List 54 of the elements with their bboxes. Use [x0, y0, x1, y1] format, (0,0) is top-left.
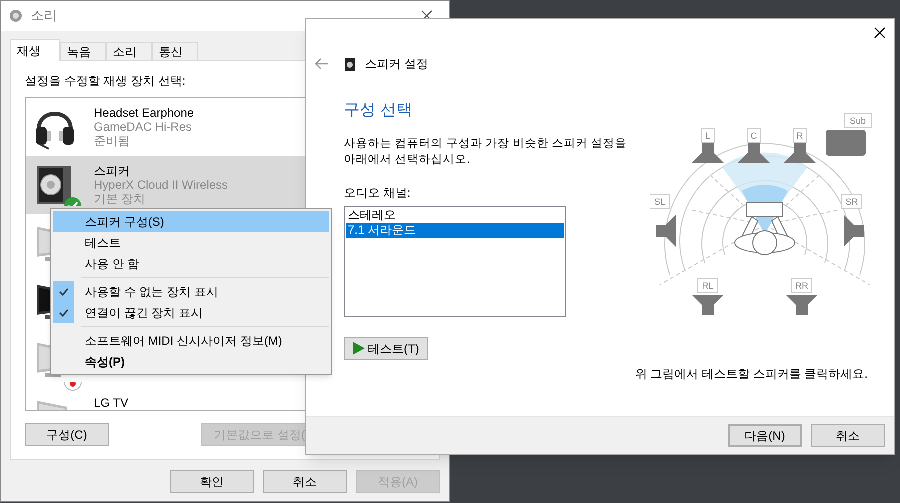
speaker-icon [9, 9, 23, 23]
menu-item[interactable]: 사용 안 함 [53, 253, 329, 274]
device-status: 기본 장치 [94, 192, 146, 206]
device-status: 준비됨 [94, 134, 131, 148]
hint-text: 위 그림에서 테스트할 스피커를 클릭하세요. [635, 366, 868, 383]
tab[interactable]: 통신 [152, 42, 198, 61]
menu-item[interactable]: 소프트웨어 MIDI 신시사이저 정보(M) [53, 330, 329, 351]
speaker-label: SL [650, 194, 670, 210]
dialog-button[interactable]: 취소 [263, 470, 347, 493]
dialog-button[interactable]: 확인 [170, 470, 254, 493]
speaker-label: RR [792, 278, 812, 294]
tab[interactable]: 재생 [10, 39, 60, 61]
close-icon[interactable] [874, 27, 886, 39]
menu-item[interactable]: 사용할 수 없는 장치 표시 [53, 281, 329, 302]
channel-option[interactable]: 7.1 서라운드 [346, 223, 564, 238]
speaker-label: Sub [844, 114, 872, 128]
device-name: LG TV [94, 396, 128, 410]
speaker-layout-drawing[interactable]: L C R Sub SL SR RL RR [650, 105, 880, 335]
dialog-title: 스피커 설정 [365, 56, 428, 73]
menu-item[interactable]: 스피커 구성(S) [53, 211, 329, 232]
device-description: HyperX Cloud II Wireless [94, 178, 228, 192]
checkmark-icon [58, 308, 68, 316]
device-description: GameDAC Hi-Res [94, 120, 194, 134]
speaker-icon[interactable] [786, 295, 818, 315]
speaker-icon [345, 58, 355, 70]
speaker-icon[interactable] [692, 143, 724, 163]
checkmark-icon [58, 288, 68, 296]
device-name: Headset Earphone [94, 106, 194, 120]
speaker-label: R [793, 128, 807, 144]
section-heading: 구성 선택 [344, 101, 414, 121]
dialog-button[interactable]: 구성(C) [25, 423, 109, 446]
tab[interactable]: 소리 [106, 42, 152, 61]
device-name: 스피커 [94, 164, 131, 178]
speaker-icon[interactable] [656, 215, 676, 247]
speaker-icon[interactable] [784, 143, 816, 163]
menu-item[interactable]: 연결이 끊긴 장치 표시 [53, 302, 329, 323]
speaker-icon[interactable] [738, 143, 770, 163]
speaker-label: L [701, 128, 715, 144]
window-title: 소리 [31, 7, 57, 26]
prompt-label: 설정을 수정할 재생 장치 선택: [25, 73, 187, 90]
channels-label: 오디오 채널: [344, 185, 412, 202]
play-icon [353, 342, 365, 355]
speaker-label: SR [842, 194, 862, 210]
tab[interactable]: 녹음 [60, 42, 106, 61]
dialog-button[interactable]: 취소 [811, 424, 885, 447]
dialog-button[interactable]: 다음(N) [728, 424, 802, 447]
menu-item[interactable]: 속성(P) [53, 351, 329, 372]
speaker-label: C [747, 128, 761, 144]
speaker-icon[interactable] [844, 215, 864, 247]
speaker-label: RL [698, 278, 718, 294]
speaker-icon[interactable] [692, 295, 724, 315]
menu-item[interactable]: 테스트 [53, 232, 329, 253]
back-arrow-icon[interactable] [315, 58, 329, 70]
test-button[interactable]: 테스트(T) [344, 337, 428, 360]
